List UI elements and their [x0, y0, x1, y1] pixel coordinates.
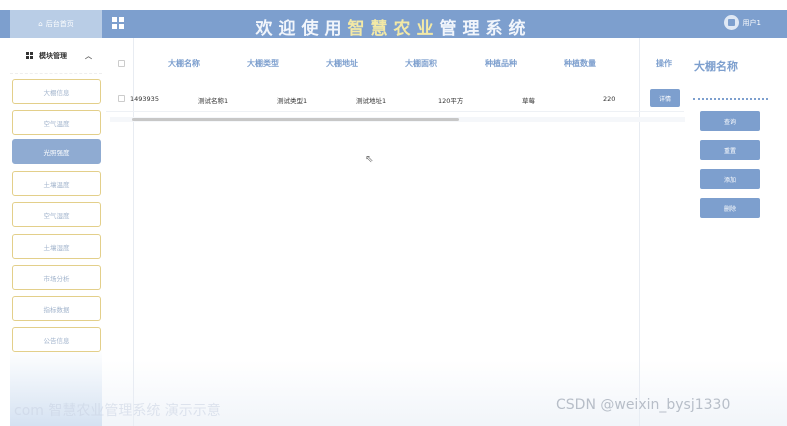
search-input[interactable]	[693, 96, 768, 100]
avatar-icon	[723, 15, 739, 30]
sidebar-item-indicator-data[interactable]: 指标数据	[12, 296, 101, 321]
user-label: 用户1	[742, 18, 761, 27]
search-button[interactable]: 查询	[700, 111, 760, 131]
column-header: 大棚面积	[405, 59, 437, 68]
add-button[interactable]: 添加	[700, 169, 760, 189]
column-header: 大棚地址	[326, 59, 358, 68]
column-header: 操作	[656, 59, 672, 68]
cell-quantity: 220	[603, 95, 616, 103]
cell-type: 测试类型1	[277, 97, 308, 105]
grid-icon	[26, 52, 33, 59]
search-field-label: 大棚名称	[694, 60, 738, 73]
sidebar-item-market-analysis[interactable]: 市场分析	[12, 265, 101, 290]
sidebar-item-greenhouse-info[interactable]: 大棚信息	[12, 79, 101, 104]
detail-button[interactable]: 详情	[650, 89, 680, 107]
app-window: ⌂ 后台首页 欢迎使用智慧农业管理系统 用户1 模块管理 ︿ 大棚信息 空气温度…	[0, 0, 787, 426]
column-header: 种植品种	[485, 59, 517, 68]
sidebar-item-light-intensity[interactable]: 光照强度	[12, 139, 101, 164]
chevron-up-icon: ︿	[85, 51, 92, 60]
select-all-checkbox[interactable]	[118, 60, 125, 67]
sidebar-item-soil-temperature[interactable]: 土壤温度	[12, 171, 101, 196]
cell-name: 测试名称1	[198, 97, 229, 105]
column-header: 大棚名称	[168, 59, 200, 68]
table-header: 大棚名称 大棚类型 大棚地址 大棚面积 种植品种 种植数量 操作	[106, 48, 684, 78]
mouse-cursor-icon: ⇖	[365, 154, 374, 165]
watermark-right: CSDN @weixin_bysj1330	[556, 397, 731, 413]
delete-button[interactable]: 删除	[700, 198, 760, 218]
sidebar: 模块管理 ︿ 大棚信息 空气温度 光照强度 土壤温度 空气湿度 土壤湿度 市场分…	[10, 38, 102, 426]
sidebar-item-announcements[interactable]: 公告信息	[12, 327, 101, 352]
top-header: ⌂ 后台首页 欢迎使用智慧农业管理系统 用户1	[0, 10, 787, 39]
cell-address: 测试地址1	[356, 97, 387, 105]
watermark-left: com 智慧农业管理系统 演示示意	[14, 403, 221, 419]
table-row: 1493935 测试名称1 测试类型1 测试地址1 120平方 草莓 220 详…	[106, 86, 684, 112]
column-header: 种植数量	[564, 59, 596, 68]
horizontal-scrollbar-thumb[interactable]	[132, 118, 459, 121]
sidebar-item-air-temperature[interactable]: 空气温度	[12, 110, 101, 135]
row-checkbox[interactable]	[118, 95, 125, 102]
sidebar-section-header[interactable]: 模块管理 ︿	[10, 38, 102, 74]
sidebar-item-air-humidity[interactable]: 空气湿度	[12, 202, 101, 227]
reset-button[interactable]: 重置	[700, 140, 760, 160]
sidebar-section-title: 模块管理	[39, 51, 67, 60]
cell-variety: 草莓	[522, 97, 535, 105]
cell-id: 1493935	[130, 95, 159, 103]
page-title: 欢迎使用智慧农业管理系统	[255, 19, 532, 39]
column-header: 大棚类型	[247, 59, 279, 68]
cell-area: 120平方	[438, 97, 464, 105]
user-menu[interactable]: 用户1	[723, 15, 761, 30]
sidebar-item-soil-humidity[interactable]: 土壤湿度	[12, 234, 101, 259]
